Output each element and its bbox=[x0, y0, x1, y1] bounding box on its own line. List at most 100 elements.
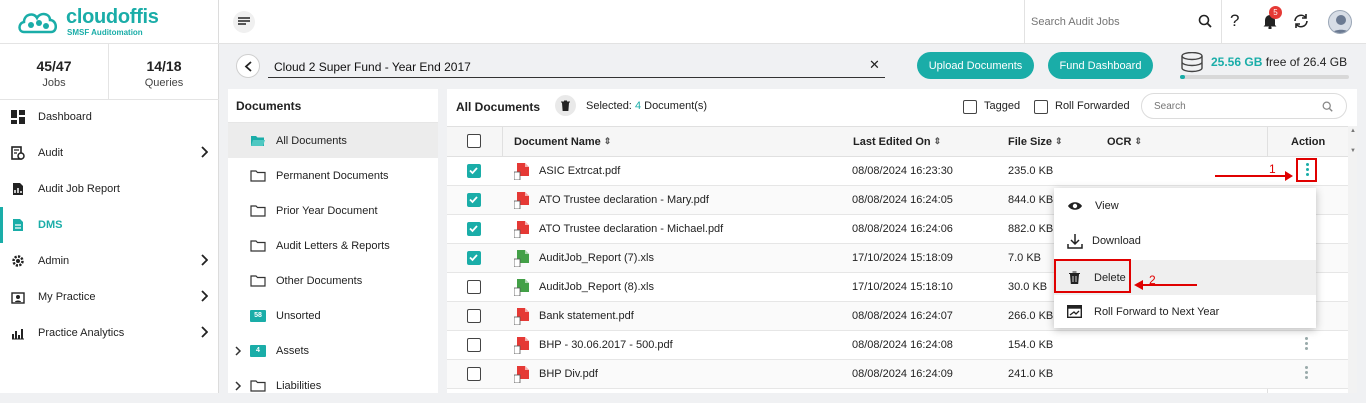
folder-unsorted[interactable]: 58 Unsorted bbox=[228, 298, 438, 333]
checkmark-icon bbox=[469, 167, 478, 175]
pdf-file-icon bbox=[514, 366, 529, 383]
annotation-arrow-icon bbox=[1134, 280, 1197, 290]
file-size: 154.0 KB bbox=[1008, 339, 1054, 351]
sync-icon[interactable] bbox=[1292, 12, 1310, 30]
folder-prior-year-document[interactable]: Prior Year Document bbox=[228, 193, 438, 228]
roll-forward-icon bbox=[1067, 305, 1082, 318]
folder-liabilities[interactable]: Liabilities bbox=[228, 368, 438, 403]
nav-my-practice[interactable]: My Practice bbox=[0, 279, 218, 315]
column-header-edited[interactable]: Last Edited On ⇕ bbox=[853, 126, 941, 157]
search-icon bbox=[1322, 101, 1333, 112]
file-size: 882.0 KB bbox=[1008, 223, 1054, 235]
fund-dashboard-button[interactable]: Fund Dashboard bbox=[1048, 52, 1153, 79]
table-row[interactable]: BHP - 30.06.2017 - 500.pdf 08/08/2024 16:… bbox=[447, 331, 1357, 360]
document-search-box[interactable] bbox=[1141, 93, 1347, 119]
sort-icon: ⇕ bbox=[603, 136, 612, 146]
row-actions-icon[interactable] bbox=[1305, 337, 1309, 352]
document-name[interactable]: AuditJob_Report (8).xls bbox=[539, 281, 654, 293]
brand-logo[interactable]: cloudoffis SMSF Auditomation bbox=[0, 0, 219, 44]
bulk-delete-button[interactable] bbox=[555, 95, 576, 116]
nav-audit-job-report-label: Audit Job Report bbox=[38, 183, 120, 195]
nav-audit-job-report[interactable]: Audit Job Report bbox=[0, 171, 218, 207]
menu-item-roll-forward[interactable]: Roll Forward to Next Year bbox=[1054, 294, 1316, 329]
folder-all-documents[interactable]: All Documents bbox=[228, 123, 438, 158]
menu-toggle-button[interactable] bbox=[233, 11, 255, 33]
menu-item-view[interactable]: View bbox=[1054, 188, 1316, 223]
brand-name: cloudoffis bbox=[66, 6, 159, 28]
document-name[interactable]: Bank statement.pdf bbox=[539, 310, 634, 322]
file-size: 30.0 KB bbox=[1008, 281, 1048, 293]
folders-panel: Documents All Documents Permanent Docume… bbox=[228, 89, 438, 393]
nav-audit[interactable]: Audit bbox=[0, 135, 218, 171]
expand-chevron-icon[interactable] bbox=[234, 380, 242, 391]
selected-suffix: Document(s) bbox=[644, 100, 708, 112]
selected-count-text: Selected: 4 Document(s) bbox=[586, 100, 707, 112]
column-header-name[interactable]: Document Name ⇕ bbox=[514, 126, 611, 157]
row-checkbox[interactable] bbox=[467, 164, 481, 178]
nav-admin[interactable]: Admin bbox=[0, 243, 218, 279]
stat-queries[interactable]: 14/18 Queries bbox=[109, 44, 219, 100]
row-checkbox[interactable] bbox=[467, 251, 481, 265]
storage-used: 25.56 GB bbox=[1211, 55, 1263, 69]
roll-forwarded-filter-checkbox[interactable] bbox=[1034, 100, 1048, 114]
document-name[interactable]: ATO Trustee declaration - Mary.pdf bbox=[539, 194, 709, 206]
trash-icon bbox=[561, 100, 570, 111]
document-name[interactable]: AuditJob_Report (7).xls bbox=[539, 252, 654, 264]
last-edited: 17/10/2024 15:18:10 bbox=[852, 281, 953, 293]
nav-practice-analytics[interactable]: Practice Analytics bbox=[0, 315, 218, 351]
audit-search-input[interactable] bbox=[1031, 12, 1191, 32]
avatar[interactable] bbox=[1328, 10, 1352, 34]
folder-icon bbox=[250, 204, 266, 217]
eye-icon bbox=[1068, 201, 1082, 210]
document-name[interactable]: ATO Trustee declaration - Michael.pdf bbox=[539, 223, 723, 235]
document-name[interactable]: ASIC Extrcat.pdf bbox=[539, 165, 620, 177]
tagged-filter-checkbox[interactable] bbox=[963, 100, 977, 114]
stat-queries-value: 14/18 bbox=[146, 58, 182, 74]
menu-item-label: Roll Forward to Next Year bbox=[1094, 305, 1220, 318]
help-icon[interactable]: ? bbox=[1230, 11, 1239, 31]
checkmark-icon bbox=[469, 254, 478, 262]
stat-jobs-value: 45/47 bbox=[36, 58, 72, 74]
back-button[interactable] bbox=[236, 54, 260, 78]
nav-dashboard[interactable]: Dashboard bbox=[0, 99, 218, 135]
document-search-input[interactable] bbox=[1154, 99, 1314, 113]
folder-label: Prior Year Document bbox=[276, 204, 378, 217]
row-checkbox[interactable] bbox=[467, 367, 481, 381]
storage-progress-fill bbox=[1180, 75, 1186, 79]
folder-count-icon: 4 bbox=[250, 344, 266, 357]
select-all-checkbox[interactable] bbox=[467, 134, 481, 148]
upload-documents-button[interactable]: Upload Documents bbox=[917, 52, 1034, 79]
folder-assets[interactable]: 4 Assets bbox=[228, 333, 438, 368]
menu-item-download[interactable]: Download bbox=[1054, 223, 1316, 258]
document-name[interactable]: BHP - 30.06.2017 - 500.pdf bbox=[539, 339, 673, 351]
file-size: 235.0 KB bbox=[1008, 165, 1054, 177]
folder-audit-letters-reports[interactable]: Audit Letters & Reports bbox=[228, 228, 438, 263]
expand-chevron-icon[interactable] bbox=[234, 345, 242, 356]
document-name[interactable]: BHP Div.pdf bbox=[539, 368, 598, 380]
user-avatar-icon bbox=[1331, 15, 1351, 33]
row-checkbox[interactable] bbox=[467, 309, 481, 323]
document-icon bbox=[13, 219, 23, 231]
file-size: 844.0 KB bbox=[1008, 194, 1054, 206]
row-checkbox[interactable] bbox=[467, 280, 481, 294]
folder-other-documents[interactable]: Other Documents bbox=[228, 263, 438, 298]
search-icon[interactable] bbox=[1198, 14, 1212, 28]
row-checkbox[interactable] bbox=[467, 338, 481, 352]
folder-permanent-documents[interactable]: Permanent Documents bbox=[228, 158, 438, 193]
fund-selector[interactable]: Cloud 2 Super Fund - Year End 2017 ✕ bbox=[268, 54, 885, 78]
xls-file-icon bbox=[514, 250, 529, 267]
table-scrollbar[interactable]: ▲ ▼ bbox=[1348, 126, 1357, 393]
column-header-size[interactable]: File Size ⇕ bbox=[1008, 126, 1063, 157]
scroll-down-icon[interactable]: ▼ bbox=[1350, 148, 1356, 154]
row-checkbox[interactable] bbox=[467, 193, 481, 207]
stat-jobs[interactable]: 45/47 Jobs bbox=[0, 44, 109, 100]
row-actions-icon[interactable] bbox=[1305, 366, 1309, 381]
column-header-ocr[interactable]: OCR ⇕ bbox=[1107, 126, 1142, 157]
last-edited: 17/10/2024 15:18:09 bbox=[852, 252, 953, 264]
clear-fund-icon[interactable]: ✕ bbox=[869, 57, 880, 73]
table-row[interactable]: BHP Div.pdf 08/08/2024 16:24:09 241.0 KB bbox=[447, 360, 1357, 389]
menu-icon bbox=[238, 17, 250, 25]
scroll-up-icon[interactable]: ▲ bbox=[1350, 128, 1356, 134]
nav-dms[interactable]: DMS bbox=[0, 207, 218, 243]
row-checkbox[interactable] bbox=[467, 222, 481, 236]
